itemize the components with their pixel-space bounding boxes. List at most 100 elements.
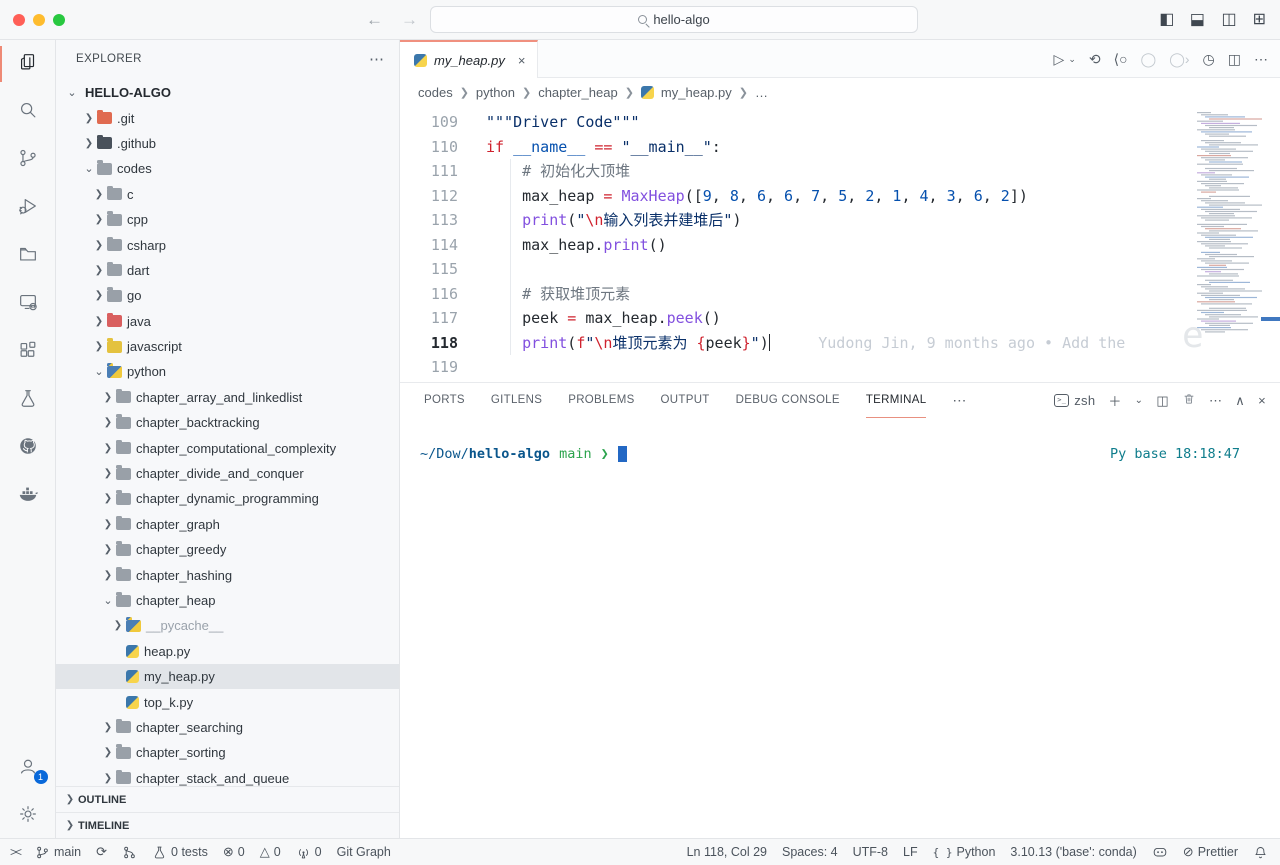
status-ln-118-col-29[interactable]: Ln 118, Col 29 [687, 845, 767, 859]
tree-item-chapter-computational-complexity[interactable]: ❯chapter_computational_complexity [56, 435, 399, 460]
activity-bar-item-extensions[interactable] [0, 328, 56, 376]
tree-item-python[interactable]: ⌄python [56, 359, 399, 384]
split-terminal-icon[interactable]: ◫ [1156, 393, 1169, 409]
tree-item-chapter-graph[interactable]: ❯chapter_graph [56, 512, 399, 537]
status-graph[interactable] [122, 845, 137, 860]
tree-item-chapter-hashing[interactable]: ❯chapter_hashing [56, 562, 399, 587]
status-utf-8[interactable]: UTF-8 [853, 845, 888, 859]
status-0[interactable]: 0 [296, 845, 322, 860]
tree-item-chapter-sorting[interactable]: ❯chapter_sorting [56, 740, 399, 765]
panel-tab-debug-console[interactable]: DEBUG CONSOLE [736, 383, 840, 418]
kill-terminal-icon[interactable] [1182, 392, 1196, 409]
status-python[interactable]: { }Python [933, 845, 996, 859]
code-editor[interactable]: 109"""Driver Code"""110if __name__ == "_… [400, 106, 1280, 382]
tree-item-dart[interactable]: ❯dart [56, 258, 399, 283]
panel-tab-output[interactable]: OUTPUT [661, 383, 710, 418]
tree-item-javascript[interactable]: ❯javascript [56, 334, 399, 359]
status-git-graph[interactable]: Git Graph [337, 845, 391, 859]
tree-item-chapter-greedy[interactable]: ❯chapter_greedy [56, 537, 399, 562]
tree-item--pycache-[interactable]: ❯__pycache__ [56, 613, 399, 638]
toggle-secondary-sidebar-icon[interactable]: ◫ [1221, 0, 1236, 40]
breadcrumb-item[interactable]: chapter_heap [538, 85, 618, 100]
activity-bar-item-source-control[interactable] [0, 136, 56, 184]
activity-bar-item-explorer[interactable] [0, 40, 56, 88]
tree-item-my-heap-py[interactable]: my_heap.py [56, 664, 399, 689]
toggle-panel-icon[interactable]: ◧ [1178, 12, 1218, 27]
tree-item-chapter-heap[interactable]: ⌄chapter_heap [56, 588, 399, 613]
breadcrumb-item[interactable]: codes [418, 85, 453, 100]
tree-item-java[interactable]: ❯java [56, 309, 399, 334]
new-terminal-icon[interactable]: ＋ [1108, 391, 1121, 410]
panel-tab-problems[interactable]: PROBLEMS [568, 383, 634, 418]
tree-item-csharp[interactable]: ❯csharp [56, 232, 399, 257]
sidebar-section-timeline[interactable]: ❯TIMELINE [56, 812, 399, 838]
status-3-10-13-base-conda[interactable]: 3.10.13 ('base': conda) [1010, 845, 1136, 859]
tree-item-codes[interactable]: ⌄codes [56, 156, 399, 181]
activity-bar-item-testing[interactable] [0, 376, 56, 424]
status-bell[interactable] [1253, 845, 1268, 860]
status-main[interactable]: main [35, 845, 81, 860]
tree-item-chapter-divide-and-conquer[interactable]: ❯chapter_divide_and_conquer [56, 461, 399, 486]
tree-item-chapter-backtracking[interactable]: ❯chapter_backtracking [56, 410, 399, 435]
settings-gear-button[interactable] [0, 790, 56, 838]
close-window-button[interactable] [13, 14, 25, 26]
run-icon[interactable]: ▷ [1054, 51, 1065, 68]
explorer-more-actions-icon[interactable]: ⋯ [369, 50, 385, 68]
terminal[interactable]: ~/Dow/hello-algo main ❯ Py base 18:18:47 [400, 418, 1280, 838]
split-editor-icon[interactable]: ◫ [1228, 51, 1241, 68]
maximize-panel-icon[interactable]: ∧ [1235, 393, 1245, 409]
close-tab-icon[interactable]: × [518, 53, 526, 68]
file-history-icon[interactable]: ⟲ [1089, 51, 1101, 68]
tree-item-chapter-stack-and-queue[interactable]: ❯chapter_stack_and_queue [56, 766, 399, 786]
tree-item-cpp[interactable]: ❯cpp [56, 207, 399, 232]
tree-item-hello-algo[interactable]: ⌄HELLO-ALGO [56, 80, 399, 105]
tree-item-chapter-array-and-linkedlist[interactable]: ❯chapter_array_and_linkedlist [56, 385, 399, 410]
tree-item--git[interactable]: ❯.git [56, 105, 399, 130]
activity-bar-item-docker[interactable] [0, 472, 56, 520]
status-prettier[interactable]: ⊘Prettier [1183, 844, 1238, 860]
back-icon[interactable]: ← [366, 10, 383, 30]
sidebar-section-outline[interactable]: ❯OUTLINE [56, 786, 399, 812]
tree-item-top-k-py[interactable]: top_k.py [56, 689, 399, 714]
customize-layout-icon[interactable]: ⊞ [1253, 0, 1266, 40]
command-center-search[interactable]: hello-algo [430, 6, 918, 33]
panel-tab-gitlens[interactable]: GITLENS [491, 383, 542, 418]
tree-item-heap-py[interactable]: heap.py [56, 639, 399, 664]
status-spaces-4[interactable]: Spaces: 4 [782, 845, 838, 859]
tree-item-chapter-searching[interactable]: ❯chapter_searching [56, 715, 399, 740]
accounts-button[interactable]: 1 [0, 742, 56, 790]
panel-tab-terminal[interactable]: TERMINAL [866, 383, 927, 418]
status-0[interactable]: ⊗0 [223, 844, 245, 860]
tab-my-heap[interactable]: my_heap.py × [400, 40, 538, 78]
gitlens-timeline-icon[interactable]: ◷ [1203, 51, 1215, 68]
open-changes-icon[interactable]: ⟨○ [1114, 51, 1128, 68]
status-remote[interactable]: >< [10, 845, 20, 859]
terminal-dropdown-icon[interactable]: ⌄ [1135, 395, 1144, 406]
breadcrumb-item[interactable]: my_heap.py [661, 85, 732, 100]
tree-item-c[interactable]: ❯c [56, 182, 399, 207]
status-sync[interactable]: ⟳ [96, 844, 107, 860]
activity-bar-item-remote-explorer[interactable] [0, 280, 56, 328]
minimize-window-button[interactable] [33, 14, 45, 26]
run-dropdown-icon[interactable]: ⌄ [1068, 54, 1076, 65]
tree-item--github[interactable]: ❯.github [56, 131, 399, 156]
tree-item-chapter-dynamic-programming[interactable]: ❯chapter_dynamic_programming [56, 486, 399, 511]
more-actions-icon[interactable]: ⋯ [1254, 51, 1268, 68]
tree-item-go[interactable]: ❯go [56, 283, 399, 308]
close-panel-icon[interactable]: × [1258, 393, 1266, 408]
status-0-tests[interactable]: 0 tests [152, 845, 208, 860]
toggle-sidebar-icon[interactable]: ◧ [1159, 0, 1174, 40]
terminal-shell-badge[interactable]: >_zsh [1054, 393, 1095, 408]
activity-bar-item-github[interactable] [0, 424, 56, 472]
panel-more-icon[interactable]: ⋯ [952, 392, 966, 409]
minimap[interactable]: e [1192, 106, 1280, 382]
panel-tab-ports[interactable]: PORTS [424, 383, 465, 418]
activity-bar-item-search[interactable] [0, 88, 56, 136]
activity-bar-item-project-folder[interactable] [0, 232, 56, 280]
forward-icon[interactable]: → [401, 10, 418, 30]
breadcrumb-item[interactable]: python [476, 85, 515, 100]
status-lf[interactable]: LF [903, 845, 918, 859]
more-actions-icon[interactable]: ⋯ [1209, 393, 1222, 409]
activity-bar-item-run-debug[interactable] [0, 184, 56, 232]
status-0[interactable]: △0 [260, 844, 281, 860]
